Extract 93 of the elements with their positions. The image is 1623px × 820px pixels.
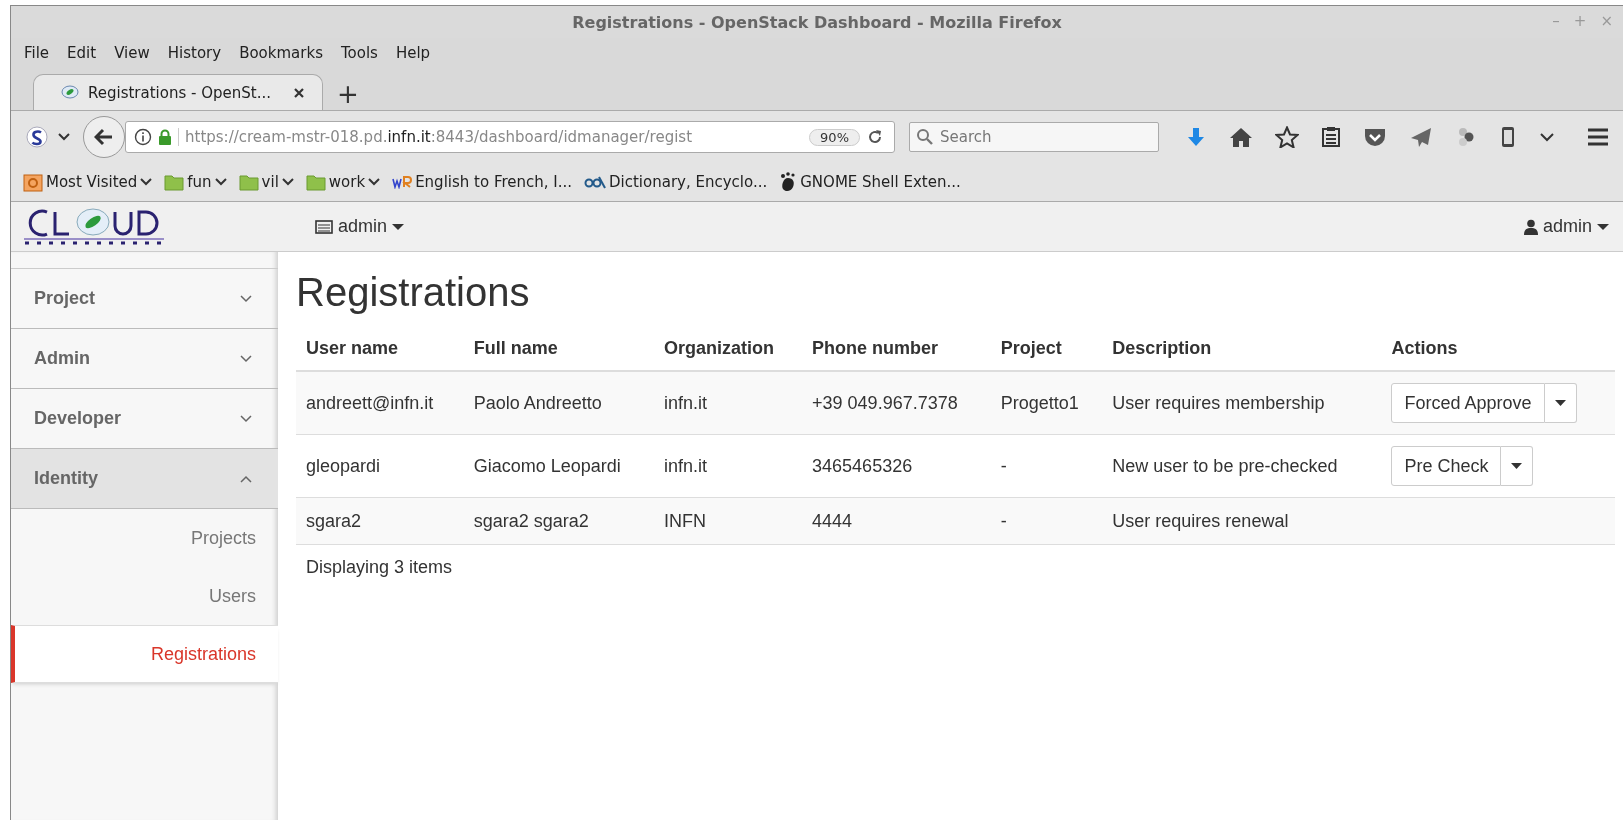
sidebar-item[interactable]: Registrations [11, 625, 278, 683]
search-icon [916, 128, 934, 146]
table-cell: INFN [654, 497, 803, 545]
menu-item[interactable]: Help [386, 42, 440, 64]
chevron-down-icon [281, 178, 294, 186]
bookmark-item[interactable]: English to French, I... [390, 171, 574, 193]
close-icon[interactable] [292, 85, 306, 100]
sidebar-section[interactable]: Project [11, 269, 278, 329]
menu-item[interactable]: History [158, 42, 231, 64]
zoom-badge[interactable]: 90% [809, 128, 860, 146]
paper-plane-icon[interactable] [1409, 126, 1433, 148]
url-text: https://cream-mstr-018.pd.infn.it:8443/dashboard/idmanager/regist [178, 128, 804, 146]
table-cell: Paolo Andreetto [463, 371, 655, 435]
chevron-down-icon[interactable] [1539, 132, 1555, 142]
chevron-icon [240, 414, 252, 423]
user-menu[interactable]: admin [1517, 215, 1615, 238]
action-button[interactable]: Forced Approve [1391, 383, 1545, 423]
url-field[interactable]: https://cream-mstr-018.pd.infn.it:8443/dashboard/idmanager/regist 90% [125, 121, 895, 153]
chevron-down-icon [214, 178, 227, 186]
caret-icon [1554, 399, 1566, 407]
folder-icon [305, 173, 326, 191]
item-count: Displaying 3 items [305, 556, 454, 579]
caret-icon [392, 222, 405, 231]
menu-item[interactable]: View [105, 42, 159, 64]
menu-item[interactable]: Edit [58, 42, 106, 64]
list-icon [315, 219, 333, 234]
glasses-icon [584, 175, 606, 189]
table-cell: infn.it [654, 434, 803, 498]
menu-item[interactable]: File [15, 42, 59, 64]
clipboard-icon[interactable] [1321, 126, 1341, 148]
folder-icon [164, 173, 185, 191]
table-cell: Progetto1 [990, 371, 1103, 435]
cloud-icon [60, 83, 80, 102]
info-icon[interactable] [134, 128, 152, 146]
action-button[interactable]: Pre Check [1391, 446, 1502, 486]
table-cell: andreett@infn.it [296, 371, 464, 435]
bookmark-item[interactable]: Dictionary, Encyclo... [582, 171, 770, 193]
tab-title: Registrations - OpenSt... [88, 83, 272, 102]
search-field[interactable]: Search [909, 122, 1159, 152]
window-title: Registrations - OpenStack Dashboard - Mozilla Firefox [572, 12, 1062, 32]
project-menu[interactable]: admin [309, 215, 411, 238]
sidebar-section[interactable]: Admin [11, 329, 278, 389]
pocket-icon[interactable] [1363, 126, 1387, 148]
lock-icon [158, 129, 172, 145]
table-cell: Giacomo Leopardi [463, 434, 655, 498]
table-cell: - [990, 497, 1103, 545]
page-title: Registrations [296, 270, 531, 315]
table-cell: infn.it [654, 371, 803, 435]
table-cell: 3465465326 [802, 434, 991, 498]
sidebar-item[interactable]: Users [11, 567, 278, 625]
home-icon[interactable] [1229, 126, 1253, 148]
account-icon[interactable] [25, 125, 49, 149]
back-button[interactable] [83, 116, 125, 158]
chevron-icon [240, 354, 252, 363]
bookmark-item[interactable]: GNOME Shell Exten... [777, 170, 963, 194]
user-icon [1523, 218, 1538, 235]
chevron-down-icon [368, 178, 381, 186]
bookmark-item[interactable]: work [303, 171, 383, 193]
chevron-icon [240, 474, 252, 483]
menu-item[interactable]: Tools [331, 42, 387, 64]
table-cell: sgara2 sgara2 [463, 497, 655, 545]
table-cell: sgara2 [296, 497, 464, 545]
chevron-icon [240, 294, 252, 303]
bookmark-item[interactable]: vil [236, 171, 296, 193]
phone-icon[interactable] [1499, 126, 1517, 148]
table-cell: +39 049.967.7378 [802, 371, 991, 435]
menu-item[interactable]: Bookmarks [230, 42, 332, 64]
dropdown-toggle[interactable] [1544, 383, 1577, 423]
sidebar-section[interactable]: Identity [11, 449, 278, 509]
chevron-down-icon[interactable] [57, 132, 71, 142]
table-cell: gleopardi [296, 434, 464, 498]
new-tab-button[interactable]: + [331, 80, 365, 108]
table-cell: User requires renewal [1102, 497, 1382, 545]
bookmark-item[interactable]: Most Visited [21, 170, 155, 194]
star-icon[interactable] [1275, 126, 1299, 148]
back-arrow-icon [94, 128, 114, 146]
table-cell: - [990, 434, 1103, 498]
site-icon [392, 175, 413, 189]
table-cell: 4444 [802, 497, 991, 545]
folder-icon [238, 173, 259, 191]
table-cell: New user to be pre-checked [1102, 434, 1382, 498]
bookmark-item[interactable]: fun [162, 171, 229, 193]
download-icon[interactable] [1185, 126, 1207, 148]
folder-icon [23, 172, 43, 192]
reload-icon[interactable] [866, 128, 884, 146]
caret-icon [1597, 222, 1609, 231]
sidebar-item[interactable]: Projects [11, 509, 278, 567]
table-cell: User requires membership [1102, 371, 1382, 435]
dropdown-toggle[interactable] [1501, 446, 1534, 486]
menu-icon[interactable] [1587, 127, 1609, 147]
caret-icon [1511, 462, 1523, 470]
chevron-down-icon [140, 178, 153, 186]
browser-tab[interactable]: Registrations - OpenSt... [33, 74, 323, 110]
